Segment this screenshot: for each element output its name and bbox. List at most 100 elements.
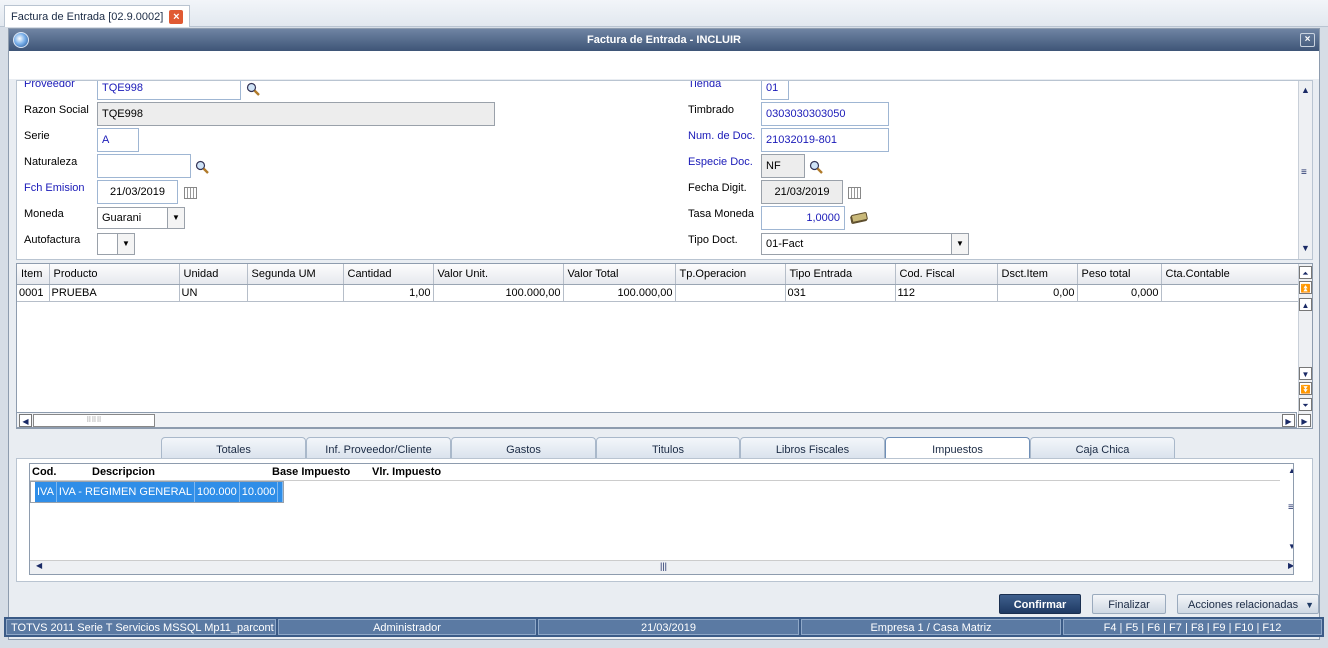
razon-social-field: TQE998 [97,102,495,126]
grid-scrollbar[interactable]: ⏶ ⏫ ▲ ▼ ⏬ ⏷ [1298,264,1312,428]
chevron-down-icon[interactable]: ▼ [117,234,134,254]
naturaleza-input[interactable] [97,154,191,178]
chevron-down-icon[interactable]: ▼ [167,208,184,228]
tipo-doct-select[interactable]: 01-Fact ▼ [761,233,969,255]
tax-column-header[interactable]: Descripcion [90,464,270,481]
tienda-input[interactable]: 01 [761,81,789,100]
tax-cell[interactable]: 100.000 [194,481,240,502]
fch-emision-input[interactable]: 21/03/2019 [97,180,178,204]
naturaleza-search-icon[interactable] [195,160,209,174]
document-tab[interactable]: Factura de Entrada [02.9.0002] × [4,5,191,27]
toolbar-area [9,51,1319,79]
tax-column-header[interactable]: Cod. [30,464,90,481]
num-doc-input[interactable]: 21032019-801 [761,128,889,152]
calendar-icon[interactable] [184,187,197,199]
scroll-up-icon[interactable]: ▲ [1299,298,1312,311]
grid-horizontal-scrollbar[interactable]: ◀ ⠿⠿⠿ ▶ [16,412,1297,428]
table-cell[interactable]: PRUEBA [49,284,180,302]
tax-scrollbar[interactable]: ▲ ≡ ▼ [1286,464,1293,560]
grid-column-header[interactable]: Valor Total [563,264,676,285]
tab-gastos[interactable]: Gastos [451,437,596,460]
table-cell[interactable]: 112 [895,284,998,302]
tab-totales[interactable]: Totales [161,437,306,460]
tax-column-header[interactable]: Base Impuesto [270,464,370,481]
autofactura-select[interactable]: ▼ [97,233,135,255]
acciones-relacionadas-button[interactable]: Acciones relacionadas ▼ [1177,594,1319,614]
scroll-bottom-icon[interactable]: ⏷ [1299,398,1312,411]
moneda-select[interactable]: Guarani ▼ [97,207,185,229]
tax-column-header[interactable]: Vlr. Impuesto [370,464,450,481]
table-cell[interactable]: 0001 [17,284,50,302]
especie-search-icon[interactable] [809,160,823,174]
tax-cell[interactable]: IVA - REGIMEN GENERAL [56,481,195,502]
scroll-down-icon[interactable]: ▼ [1299,367,1312,380]
scroll-up-icon[interactable]: ▲ [1301,85,1310,95]
table-cell[interactable] [1161,284,1299,302]
scroll-grip-icon[interactable]: ≡ [1288,502,1293,513]
scroll-left-icon[interactable]: ◀ [36,561,42,570]
grid-column-header[interactable]: Tp.Operacion [675,264,786,285]
scroll-down-icon[interactable]: ▼ [1288,542,1293,551]
scroll-grip-icon[interactable]: ||| [660,561,667,571]
table-cell[interactable] [247,284,344,302]
tab-titulos[interactable]: Titulos [596,437,740,460]
close-window-icon[interactable]: × [1300,33,1315,47]
tax-cell[interactable]: IVA [35,481,57,502]
tasa-moneda-input[interactable]: 1,0000 [761,206,845,230]
table-cell[interactable]: 031 [785,284,896,302]
proveedor-search-icon[interactable] [246,82,260,96]
scroll-thumb[interactable]: ⠿⠿⠿ [33,414,155,427]
scroll-right-end-icon[interactable]: ▶ [1298,414,1311,427]
timbrado-input[interactable]: 0303030303050 [761,102,889,126]
grid-column-header[interactable]: Dsct.Item [997,264,1078,285]
finalizar-button[interactable]: Finalizar [1092,594,1166,614]
scroll-grip-icon[interactable]: ≡ [1301,167,1307,178]
tax-header-row: Cod. Descripcion Base Impuesto Vlr. Impuest… [30,464,1280,481]
scroll-page-up-icon[interactable]: ⏫ [1299,281,1312,294]
tax-horizontal-scrollbar[interactable]: ◀ ||| ▶ [30,560,1293,574]
tax-row[interactable]: IVA IVA - REGIMEN GENERAL 100.000 10.000 [30,480,285,503]
scroll-page-down-icon[interactable]: ⏬ [1299,382,1312,395]
grid-column-header[interactable]: Unidad [179,264,248,285]
acciones-label: Acciones relacionadas [1188,599,1299,611]
serie-input[interactable]: A [97,128,139,152]
scroll-top-icon[interactable]: ⏶ [1299,266,1312,279]
table-cell[interactable]: 1,00 [343,284,434,302]
scroll-right-icon[interactable]: ▶ [1282,414,1295,427]
grid-column-header[interactable]: Peso total [1077,264,1162,285]
form-scrollbar[interactable]: ▲ ≡ ▼ [1298,81,1312,259]
table-cell[interactable] [675,284,786,302]
money-icon[interactable] [850,212,868,224]
scroll-down-icon[interactable]: ▼ [1301,243,1310,253]
tab-caja-chica[interactable]: Caja Chica [1030,437,1175,460]
scroll-left-icon[interactable]: ◀ [19,414,32,427]
especie-doc-input[interactable]: NF [761,154,805,178]
table-cell[interactable]: UN [179,284,248,302]
confirmar-button[interactable]: Confirmar [999,594,1081,614]
header-form: Proveedor TQE998 Razon Social TQE998 Ser… [16,80,1313,260]
chevron-down-icon[interactable]: ▼ [1305,595,1314,615]
table-cell[interactable]: 0,000 [1077,284,1162,302]
grid-column-header[interactable]: Cantidad [343,264,434,285]
table-cell[interactable]: 0,00 [997,284,1078,302]
grid-column-header[interactable]: Cod. Fiscal [895,264,998,285]
grid-column-header[interactable]: Producto [49,264,180,285]
scroll-right-icon[interactable]: ▶ [1288,561,1293,570]
table-cell[interactable]: 100.000,00 [433,284,564,302]
close-tab-icon[interactable]: × [169,9,184,24]
tab-libros-fiscales[interactable]: Libros Fiscales [740,437,885,460]
table-row[interactable]: 0001 PRUEBA UN 1,00 100.000,00 100.000,00 031 1… [17,284,1299,302]
calendar-icon[interactable] [848,187,861,199]
proveedor-input[interactable]: TQE998 [97,81,241,100]
chevron-down-icon[interactable]: ▼ [951,234,968,254]
tab-inf-proveedor-cliente[interactable]: Inf. Proveedor/Cliente [306,437,451,460]
table-cell[interactable]: 100.000,00 [563,284,676,302]
scroll-up-icon[interactable]: ▲ [1288,466,1293,475]
grid-column-header[interactable]: Item [17,264,50,285]
tipo-doct-label: Tipo Doct. [688,234,738,246]
grid-column-header[interactable]: Segunda UM [247,264,344,285]
grid-column-header[interactable]: Tipo Entrada [785,264,896,285]
grid-column-header[interactable]: Valor Unit. [433,264,564,285]
tax-cell[interactable]: 10.000 [239,481,279,502]
grid-column-header[interactable]: Cta.Contable [1161,264,1299,285]
